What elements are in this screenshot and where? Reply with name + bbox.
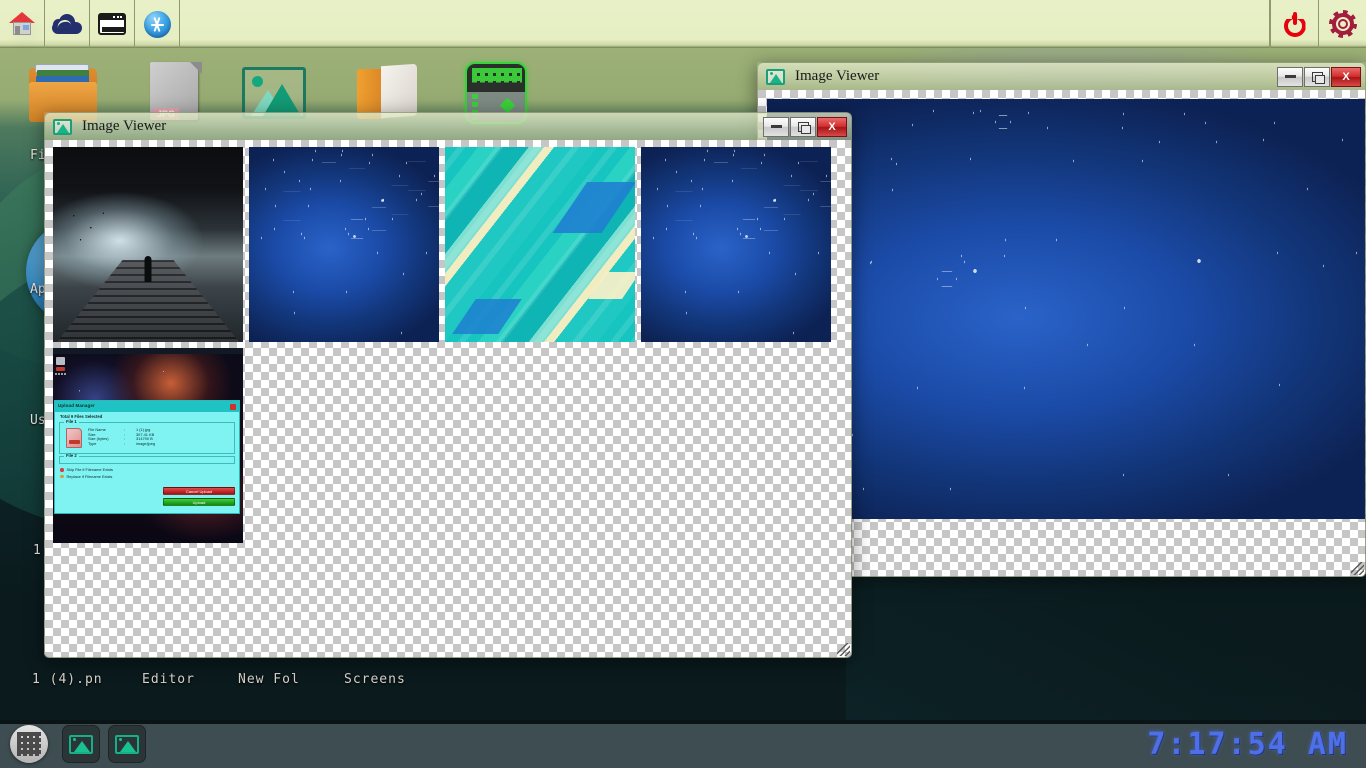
top-bar <box>0 0 1366 48</box>
radio-icon[interactable] <box>60 468 64 472</box>
titlebar-front[interactable]: Image Viewer X <box>44 112 852 140</box>
file-thumbnail-icon <box>66 428 82 449</box>
dialog-buttons: Cancel Upload Upload <box>163 487 235 509</box>
image-viewer-icon <box>115 734 139 754</box>
image-viewer-icon <box>53 118 72 135</box>
top-bar-right-group <box>1270 0 1366 48</box>
meta-value: image/jpeg <box>136 440 156 446</box>
top-bar-spacer <box>180 0 1270 48</box>
thumbnail-grid: Upload Manager Total 9 Files Selected Fi… <box>53 147 851 543</box>
option-label: Replace if Filename Exists <box>66 473 113 479</box>
titlebar-back[interactable]: Image Viewer X <box>757 62 1366 90</box>
app-launcher-grid-icon[interactable] <box>10 725 48 763</box>
window-title: Image Viewer <box>82 118 167 134</box>
thumbnail-foggy-pier[interactable] <box>53 147 243 342</box>
file-1-legend: File 1 <box>64 419 79 425</box>
desktop-label-editor: Editor <box>142 672 195 687</box>
window-image-viewer-front[interactable]: Image Viewer X Upload Manager Total 9 Fi… <box>44 112 852 658</box>
meta-colon: : <box>124 440 126 446</box>
upload-manager-dialog: Upload Manager Total 9 Files Selected Fi… <box>54 400 240 514</box>
power-button[interactable] <box>1270 0 1318 48</box>
image-viewer-icon <box>766 68 785 85</box>
desktop-label-file-1: 1 (4).pn <box>32 672 103 687</box>
meta-row: Type : image/jpeg <box>88 440 230 447</box>
desktop-label-new-folder: New Fol <box>238 672 300 687</box>
file-1-group: File 1 File Name : 1 (1).jpg Size: 307.… <box>59 419 235 455</box>
home-icon <box>9 12 35 36</box>
close-button[interactable]: X <box>1331 66 1361 87</box>
app-store-icon <box>143 10 171 38</box>
cloud-button[interactable] <box>45 0 90 48</box>
preview-image-blue-hexagons[interactable] <box>767 99 1365 519</box>
power-icon <box>1282 11 1308 37</box>
taskbar-task-list <box>62 725 146 763</box>
settings-button[interactable] <box>1318 0 1366 48</box>
upload-button[interactable]: Upload <box>163 498 235 506</box>
close-icon[interactable] <box>230 403 236 410</box>
window-controls-front: X <box>763 116 847 137</box>
resize-grip[interactable] <box>837 643 850 656</box>
thumbnail-teal-diagonal[interactable] <box>445 147 635 342</box>
file-metadata: File Name : 1 (1).jpg Size : 307.41 KB S… <box>88 426 230 446</box>
resize-grip[interactable] <box>1351 562 1364 575</box>
files-selected-text: Total 9 Files Selected <box>60 414 103 419</box>
upload-manager-titlebar: Upload Manager <box>55 401 239 412</box>
taskbar-image-viewer-2[interactable] <box>108 725 146 763</box>
image-viewer-icon <box>69 734 93 754</box>
upload-manager-title: Upload Manager <box>58 403 95 409</box>
window-title: Image Viewer <box>795 68 880 84</box>
thumbnail-blue-hexagons-2[interactable] <box>641 147 831 342</box>
cloud-icon <box>52 14 82 34</box>
maximize-button[interactable] <box>1304 66 1330 87</box>
meta-key: Type <box>88 440 97 446</box>
radio-icon[interactable] <box>60 474 64 479</box>
close-button[interactable]: X <box>817 116 847 137</box>
desktop-label-screens: Screens <box>344 672 406 687</box>
minimize-button[interactable] <box>1277 66 1303 87</box>
windows-button[interactable] <box>90 0 135 48</box>
window-icon <box>98 13 126 35</box>
file-2-group: File 2 <box>59 453 235 465</box>
thumbnail-blue-hexagons-1[interactable] <box>249 147 439 342</box>
grid-icon <box>17 732 41 756</box>
duplicate-options: Skip File if Filename Exists Replace if … <box>55 466 239 479</box>
taskbar: 7:17:54 AM <box>0 720 1366 768</box>
window-body-front[interactable]: Upload Manager Total 9 Files Selected Fi… <box>44 140 852 658</box>
window-controls-back: X <box>1277 66 1361 87</box>
option-skip[interactable]: Skip File if Filename Exists <box>60 468 234 472</box>
settings-gear-icon <box>1328 10 1357 38</box>
taskbar-image-viewer-1[interactable] <box>62 725 100 763</box>
minimize-button[interactable] <box>763 116 789 137</box>
maximize-button[interactable] <box>790 116 816 137</box>
home-button[interactable] <box>0 0 45 48</box>
cancel-upload-button[interactable]: Cancel Upload <box>163 487 235 495</box>
desktop-label-1: 1 <box>33 543 41 558</box>
option-label: Skip File if Filename Exists <box>66 467 114 473</box>
file-2-legend: File 2 <box>64 453 79 459</box>
option-replace[interactable]: Replace if Filename Exists <box>60 473 234 479</box>
taskbar-clock[interactable]: 7:17:54 AM <box>1147 727 1356 762</box>
app-store-button[interactable] <box>135 0 180 48</box>
thumbnail-upload-manager-screenshot[interactable]: Upload Manager Total 9 Files Selected Fi… <box>53 348 243 543</box>
